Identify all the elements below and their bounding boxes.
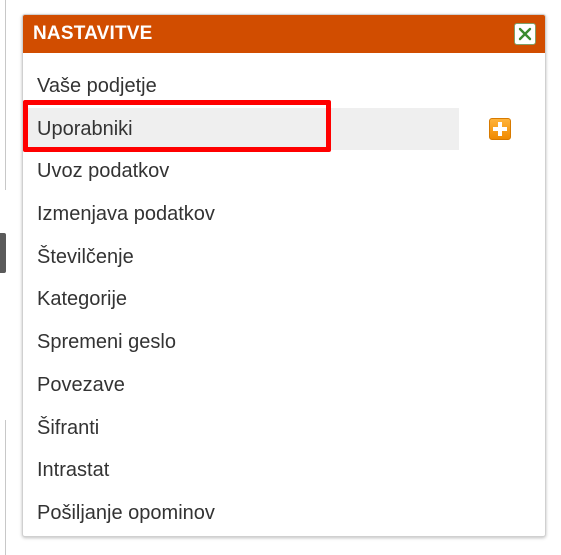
background-divider <box>5 0 6 190</box>
menu-item-uporabniki[interactable]: Uporabniki <box>23 99 545 152</box>
menu-item-label: Povezave <box>37 373 125 396</box>
menu-item-uvoz-podatkov[interactable]: Uvoz podatkov <box>23 150 545 193</box>
plus-icon-vertical <box>498 121 502 136</box>
background-scroll-tab[interactable] <box>0 233 6 273</box>
menu-item-label: Številčenje <box>37 245 134 268</box>
menu-item-vase-podjetje[interactable]: Vaše podjetje <box>23 65 545 108</box>
menu-item-posiljanje-opominov[interactable]: Pošiljanje opominov <box>23 492 545 535</box>
settings-panel: NASTAVITVE Vaše podjetje Uporabniki Uvoz… <box>22 14 546 537</box>
menu-item-label: Izmenjava podatkov <box>37 203 215 226</box>
menu-item-label: Uvoz podatkov <box>37 160 170 183</box>
panel-title: NASTAVITVE <box>33 23 153 44</box>
menu-item-intrastat[interactable]: Intrastat <box>23 449 545 492</box>
menu-item-stevilcenje[interactable]: Številčenje <box>23 236 545 279</box>
menu-item-label: Šifranti <box>37 416 100 439</box>
menu-item-label: Intrastat <box>37 459 110 482</box>
settings-menu: Vaše podjetje Uporabniki Uvoz podatkov I… <box>23 65 545 535</box>
menu-item-label: Spremeni geslo <box>37 331 176 354</box>
menu-item-sifranti[interactable]: Šifranti <box>23 407 545 450</box>
menu-item-kategorije[interactable]: Kategorije <box>23 278 545 321</box>
background-divider-lower <box>5 420 6 555</box>
menu-item-izmenjava-podatkov[interactable]: Izmenjava podatkov <box>23 193 545 236</box>
menu-item-label: Kategorije <box>37 288 128 311</box>
menu-item-povezave[interactable]: Povezave <box>23 364 545 407</box>
close-button[interactable] <box>514 23 536 45</box>
menu-item-label: Uporabniki <box>37 117 133 140</box>
menu-item-label: Vaše podjetje <box>37 75 157 97</box>
menu-item-spremeni-geslo[interactable]: Spremeni geslo <box>23 321 545 364</box>
panel-header: NASTAVITVE <box>23 15 545 53</box>
close-icon <box>518 27 532 41</box>
menu-item-label: Pošiljanje opominov <box>37 501 215 524</box>
add-user-button[interactable] <box>489 117 511 140</box>
